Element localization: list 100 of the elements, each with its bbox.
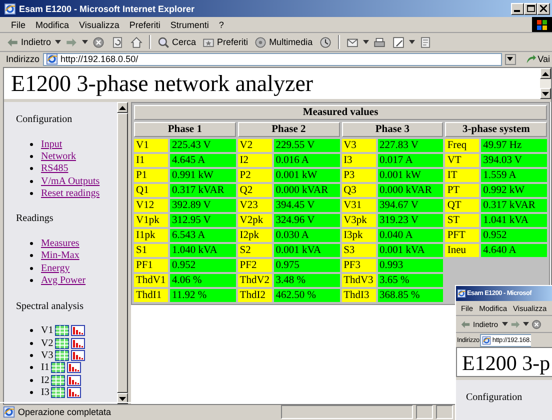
value-cell: 0.952 <box>170 259 236 272</box>
nav-link[interactable]: Input <box>41 138 62 150</box>
menu-item[interactable]: Preferiti <box>124 20 166 30</box>
value-cell: 0.001 kW <box>378 169 444 182</box>
value-cell: 368.85 % <box>378 289 444 302</box>
favorites-button[interactable]: Preferiti <box>200 36 250 48</box>
nav-link[interactable]: Measures <box>41 238 80 250</box>
label-cell: V31 <box>342 199 376 212</box>
label-cell: V3 <box>342 139 376 152</box>
nav-link[interactable]: V/mA Outputs <box>41 176 100 187</box>
menu-item[interactable]: Visualizza <box>74 20 124 30</box>
value-cell: 0.017 A <box>378 154 444 167</box>
value-cell: 229.55 V <box>274 139 340 152</box>
channel-label: I2 <box>41 374 50 386</box>
value-cell: 0.030 A <box>274 229 340 242</box>
value-cell: 4.06 % <box>170 274 236 287</box>
go-button[interactable]: Vai <box>524 54 552 64</box>
section-title: Configuration <box>466 392 522 403</box>
nav-link[interactable]: Network <box>41 150 76 162</box>
media-button[interactable]: Multimedia <box>252 36 315 48</box>
value-cell: 0.000 kVAR <box>378 184 444 197</box>
value-cell: 3.48 % <box>274 274 340 287</box>
label-cell: P2 <box>238 169 272 182</box>
value-cell: 0.317 kVAR <box>481 199 547 212</box>
value-cell: 0.952 <box>481 229 547 242</box>
label-cell: ST <box>445 214 480 227</box>
menu-item[interactable]: ? <box>214 20 229 30</box>
status-text: Operazione completata <box>18 406 112 416</box>
value-cell: 0.991 kW <box>170 169 236 182</box>
label-cell: I3 <box>342 154 376 167</box>
value-cell: 0.993 <box>378 259 444 272</box>
nav-link[interactable]: Energy <box>41 262 70 274</box>
label-cell: QT <box>445 199 480 212</box>
nav-link[interactable]: Min-Max <box>41 250 80 262</box>
value-cell: 394.67 V <box>378 199 444 212</box>
value-cell: 3.65 % <box>378 274 444 287</box>
label-cell: V1 <box>134 139 168 152</box>
value-cell: 225.43 V <box>170 139 236 152</box>
channel-label: I1 <box>41 362 50 374</box>
label-cell: Freq <box>445 139 480 152</box>
label-cell: ThdV2 <box>238 274 272 287</box>
column-header: Phase 2 <box>238 122 340 137</box>
value-cell: 0.992 kW <box>481 184 547 197</box>
label-cell: V2pk <box>238 214 272 227</box>
label-cell: ThdV3 <box>342 274 376 287</box>
value-cell: 394.45 V <box>274 199 340 212</box>
column-header: 3-phase system <box>445 122 547 137</box>
channel-label: V2 <box>41 338 54 349</box>
label-cell: ThdI1 <box>134 289 168 302</box>
value-cell: 312.95 V <box>170 214 236 227</box>
section-title: Spectral analysis <box>16 300 84 312</box>
search-button[interactable]: Cerca <box>155 36 198 48</box>
label-cell: Ineu <box>445 244 480 257</box>
value-cell: 462.50 % <box>274 289 340 302</box>
label-cell: ThdV1 <box>134 274 168 287</box>
label-cell: VT <box>445 154 480 167</box>
address-label: Indirizzo <box>6 54 40 64</box>
window-title: Esam E1200 - Microsoft Internet Explorer <box>19 4 196 14</box>
label-cell: PF2 <box>238 259 272 272</box>
menu-item[interactable]: Strumenti <box>165 20 214 30</box>
address-field[interactable]: http://192.168.0.50/ <box>42 52 502 66</box>
menu-item[interactable]: File <box>6 20 31 30</box>
label-cell: V1pk <box>134 214 168 227</box>
value-cell: 319.23 V <box>378 214 444 227</box>
label-cell: V23 <box>238 199 272 212</box>
label-cell: I3pk <box>342 229 376 242</box>
menu-item[interactable]: Modifica <box>30 20 74 30</box>
value-cell: 1.559 A <box>481 169 547 182</box>
label-cell: S2 <box>238 244 272 257</box>
label-cell: PF1 <box>134 259 168 272</box>
label-cell: I1 <box>134 154 168 167</box>
label-cell: PFT <box>445 229 480 242</box>
channel-label: V3 <box>41 350 54 361</box>
value-cell: 394.03 V <box>481 154 547 167</box>
label-cell: ThdI3 <box>342 289 376 302</box>
value-cell: 0.001 kW <box>274 169 340 182</box>
label-cell: V12 <box>134 199 168 212</box>
nav-link[interactable]: Avg Power <box>41 275 86 286</box>
value-cell: 11.92 % <box>170 289 236 302</box>
nav-link[interactable]: Reset readings <box>41 188 100 199</box>
label-cell: I1pk <box>134 229 168 242</box>
section-title: Configuration <box>16 114 74 125</box>
value-cell: 49.97 Hz <box>481 139 547 152</box>
page-heading: E1200 3-p <box>456 347 552 377</box>
value-cell: 0.000 kVAR <box>274 184 340 197</box>
label-cell: P1 <box>134 169 168 182</box>
nav-link[interactable]: RS485 <box>41 163 68 174</box>
value-cell: 0.016 A <box>274 154 340 167</box>
section-title: Readings <box>16 213 54 224</box>
value-cell: 6.543 A <box>170 229 236 242</box>
value-cell: 4.645 A <box>170 154 236 167</box>
value-cell: 0.040 A <box>378 229 444 242</box>
label-cell: S3 <box>342 244 376 257</box>
label-cell: Q2 <box>238 184 272 197</box>
label-cell: S1 <box>134 244 168 257</box>
value-cell: 1.040 kVA <box>170 244 236 257</box>
column-header: Phase 3 <box>342 122 444 137</box>
label-cell: Q1 <box>134 184 168 197</box>
value-cell: 0.001 kVA <box>274 244 340 257</box>
back-button[interactable]: Indietro <box>4 36 54 48</box>
